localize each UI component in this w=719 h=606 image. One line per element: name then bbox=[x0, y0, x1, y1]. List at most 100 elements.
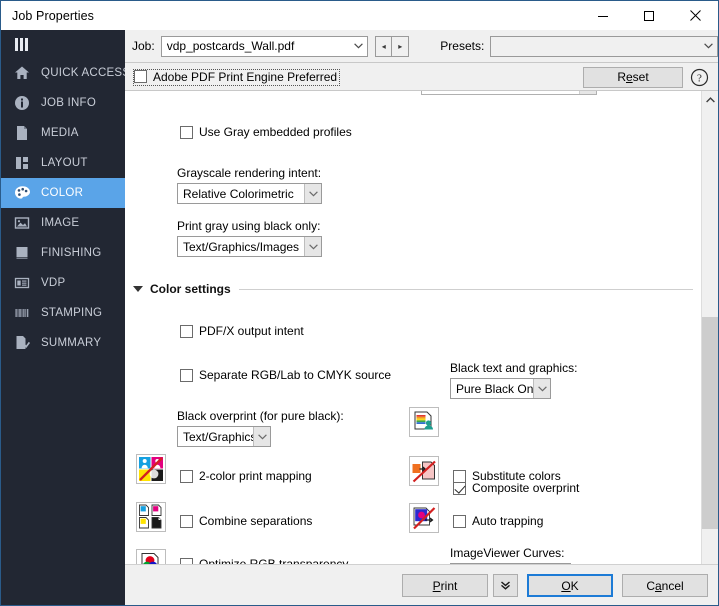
maximize-button[interactable] bbox=[626, 1, 672, 30]
presets-select[interactable] bbox=[490, 35, 718, 57]
svg-text:?: ? bbox=[697, 72, 702, 84]
help-icon: ? bbox=[690, 68, 709, 86]
job-select[interactable]: vdp_postcards_Wall.pdf bbox=[160, 35, 369, 57]
sidebar-item-image[interactable]: IMAGE bbox=[1, 208, 125, 238]
checkbox-box bbox=[134, 70, 147, 83]
barcode-icon bbox=[12, 303, 32, 323]
sidebar-item-stamping[interactable]: STAMPING bbox=[1, 298, 125, 328]
grayscale-intent-label: Grayscale rendering intent: bbox=[177, 166, 322, 180]
color-settings-group-header[interactable]: Color settings bbox=[133, 282, 693, 296]
title-bar: Job Properties bbox=[1, 1, 718, 30]
checkbox-box bbox=[180, 368, 193, 382]
partial-select-top[interactable] bbox=[421, 91, 597, 95]
black-text-graphics-select[interactable]: Pure Black On bbox=[450, 378, 551, 399]
black-text-graphics-value: Pure Black On bbox=[456, 381, 533, 396]
black-overprint-select[interactable]: Text/Graphics bbox=[177, 426, 271, 447]
print-button[interactable]: Print bbox=[402, 574, 488, 597]
job-select-value: vdp_postcards_Wall.pdf bbox=[166, 39, 295, 53]
auto-trapping-checkbox[interactable]: Auto trapping bbox=[453, 514, 543, 528]
minimize-button[interactable] bbox=[580, 1, 626, 30]
grayscale-intent-select[interactable]: Relative Colorimetric bbox=[177, 183, 322, 204]
double-chevron-down-icon bbox=[501, 581, 510, 590]
sidebar-item-label: STAMPING bbox=[41, 307, 103, 319]
print-button-label: Print bbox=[432, 578, 458, 593]
ok-button[interactable]: OK bbox=[527, 574, 613, 597]
sidebar-item-vdp[interactable]: VDP bbox=[1, 268, 125, 298]
sidebar-item-summary[interactable]: SUMMARY bbox=[1, 328, 125, 358]
composite-overprint-checkbox[interactable]: Composite overprint bbox=[453, 481, 579, 495]
grayscale-intent-value: Relative Colorimetric bbox=[183, 186, 294, 201]
auto-trapping-icon bbox=[412, 506, 435, 529]
substitute-colors-checkbox[interactable]: Substitute colors bbox=[453, 469, 561, 483]
adobe-pdf-print-engine-checkbox[interactable]: Adobe PDF Print Engine Preferred bbox=[132, 68, 341, 86]
chevron-up-icon bbox=[706, 96, 715, 102]
substitute-colors-icon bbox=[412, 460, 436, 482]
sidebar-item-label: JOB INFO bbox=[41, 97, 97, 109]
composite-overprint-label: Composite overprint bbox=[472, 481, 580, 495]
page-icon bbox=[12, 123, 32, 143]
two-color-print-mapping-icon bbox=[139, 457, 163, 481]
cancel-button-label: Cancel bbox=[646, 578, 684, 593]
print-gray-black-label: Print gray using black only: bbox=[177, 219, 321, 233]
content-scrollbar[interactable] bbox=[701, 91, 718, 584]
black-overprint-value: Text/Graphics bbox=[183, 429, 253, 444]
substitute-colors-icon-tile bbox=[409, 456, 439, 486]
sidebar-item-media[interactable]: MEDIA bbox=[1, 118, 125, 148]
help-button[interactable]: ? bbox=[689, 67, 710, 88]
sidebar-item-quick-access[interactable]: QUICK ACCESS bbox=[1, 58, 130, 88]
chevron-down-icon bbox=[253, 427, 270, 446]
sidebar-menu-button[interactable] bbox=[1, 30, 125, 58]
substitute-colors-label: Substitute colors bbox=[472, 469, 561, 483]
reset-button[interactable]: Reset bbox=[583, 66, 683, 88]
sidebar-item-layout[interactable]: LAYOUT bbox=[1, 148, 125, 178]
checkbox-box bbox=[453, 469, 466, 483]
summary-icon bbox=[12, 333, 32, 353]
two-color-print-mapping-icon-tile bbox=[136, 454, 166, 484]
job-properties-window: Job Properties QUICK ACCESS JOB INFO MED… bbox=[0, 0, 719, 606]
chevron-down-icon bbox=[304, 184, 321, 203]
combine-separations-checkbox[interactable]: Combine separations bbox=[180, 514, 312, 528]
imageviewer-curves-label: ImageViewer Curves: bbox=[450, 546, 565, 560]
chevron-down-icon bbox=[304, 237, 321, 256]
checkbox-box bbox=[180, 324, 193, 338]
sidebar-item-job-info[interactable]: JOB INFO bbox=[1, 88, 125, 118]
window-title: Job Properties bbox=[12, 8, 94, 23]
color-settings-group-title: Color settings bbox=[150, 282, 231, 296]
image-icon bbox=[12, 213, 32, 233]
combine-separations-icon bbox=[139, 504, 162, 529]
use-gray-embedded-profiles-checkbox[interactable]: Use Gray embedded profiles bbox=[180, 125, 352, 139]
separate-rgb-lab-checkbox[interactable]: Separate RGB/Lab to CMYK source bbox=[180, 368, 391, 382]
sidebar: QUICK ACCESS JOB INFO MEDIA LAYOUT COLOR… bbox=[1, 30, 130, 605]
scroll-up-button[interactable] bbox=[702, 91, 718, 108]
job-prev-button[interactable]: ◂ bbox=[375, 35, 393, 57]
close-icon bbox=[689, 10, 701, 21]
adobe-pdf-print-engine-label: Adobe PDF Print Engine Preferred bbox=[153, 69, 338, 84]
checkbox-box bbox=[180, 469, 193, 483]
black-overprint-label: Black overprint (for pure black): bbox=[177, 409, 344, 423]
engine-toolbar: Adobe PDF Print Engine Preferred Reset ? bbox=[125, 64, 718, 91]
cancel-button[interactable]: Cancel bbox=[622, 574, 708, 597]
sidebar-item-label: SUMMARY bbox=[41, 337, 102, 349]
job-next-button[interactable]: ▸ bbox=[392, 35, 410, 57]
scrollbar-track[interactable] bbox=[702, 108, 718, 567]
combine-separations-label: Combine separations bbox=[199, 514, 313, 528]
minimize-icon bbox=[598, 15, 608, 17]
scrollbar-thumb[interactable] bbox=[702, 317, 718, 529]
dialog-footer: Print OK Cancel bbox=[125, 564, 718, 605]
two-color-print-mapping-checkbox[interactable]: 2-color print mapping bbox=[180, 469, 312, 483]
auto-trapping-icon-tile bbox=[409, 503, 439, 533]
pdfx-output-intent-checkbox[interactable]: PDF/X output intent bbox=[180, 324, 304, 338]
pdfx-output-intent-label: PDF/X output intent bbox=[199, 324, 304, 338]
sidebar-item-finishing[interactable]: FINISHING bbox=[1, 238, 125, 268]
print-more-button[interactable] bbox=[493, 574, 518, 597]
auto-trapping-label: Auto trapping bbox=[472, 514, 544, 528]
chevron-down-icon bbox=[700, 37, 717, 56]
print-gray-black-select[interactable]: Text/Graphics/Images bbox=[177, 236, 322, 257]
sidebar-item-color[interactable]: COLOR bbox=[1, 178, 125, 208]
close-button[interactable] bbox=[672, 1, 718, 30]
checkbox-box bbox=[180, 514, 193, 528]
info-icon bbox=[12, 93, 32, 113]
chevron-down-icon bbox=[533, 379, 550, 398]
black-text-graphics-label: Black text and graphics: bbox=[450, 361, 578, 375]
maximize-icon bbox=[644, 10, 654, 21]
